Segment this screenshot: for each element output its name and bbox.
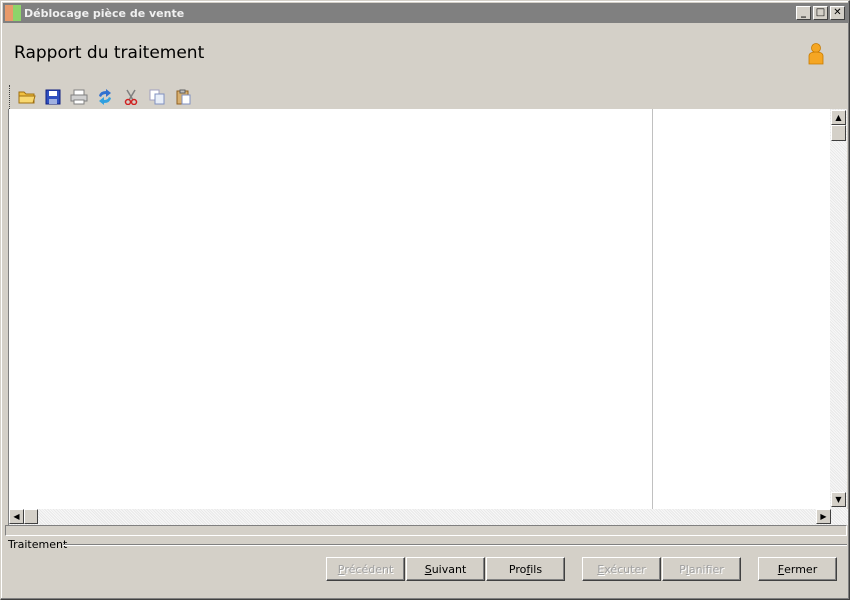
- horizontal-scroll-thumb[interactable]: [24, 509, 38, 524]
- group-separator: [63, 544, 847, 546]
- cut-icon[interactable]: [120, 86, 142, 108]
- group-label: Traitement: [8, 538, 68, 551]
- scroll-right-button[interactable]: ▶: [816, 509, 831, 524]
- close-button[interactable]: ✕: [830, 6, 845, 20]
- open-folder-icon[interactable]: [16, 86, 38, 108]
- scroll-down-button[interactable]: ▼: [831, 492, 846, 507]
- executer-button[interactable]: Exécuter: [582, 557, 661, 581]
- vertical-scrollbar[interactable]: ▲ ▼: [830, 109, 847, 509]
- title-bar[interactable]: Déblocage pièce de vente _ □ ✕: [3, 3, 848, 23]
- refresh-icon[interactable]: [94, 86, 116, 108]
- report-area[interactable]: ▲ ▼ ◀ ▶: [8, 109, 848, 525]
- progress-bar: [5, 525, 847, 536]
- page-title: Rapport du traitement: [14, 43, 205, 63]
- suivant-button[interactable]: Suivant: [406, 557, 485, 581]
- save-icon[interactable]: [42, 86, 64, 108]
- window-title: Déblocage pièce de vente: [24, 6, 185, 20]
- precedent-button[interactable]: Précédent: [326, 557, 405, 581]
- user-icon: [808, 43, 824, 65]
- scroll-up-button[interactable]: ▲: [831, 110, 846, 125]
- fermer-button[interactable]: Fermer: [758, 557, 837, 581]
- column-divider[interactable]: [652, 109, 653, 509]
- toolbar: [9, 85, 198, 109]
- planifier-button[interactable]: Pl anifier: [662, 557, 741, 581]
- copy-icon[interactable]: [146, 86, 168, 108]
- toolbar-grip[interactable]: [9, 85, 12, 109]
- profils-button[interactable]: Pro f ils: [486, 557, 565, 581]
- maximize-button[interactable]: □: [813, 6, 828, 20]
- paste-icon[interactable]: [172, 86, 194, 108]
- main-window: Déblocage pièce de vente _ □ ✕ Rapport d…: [0, 0, 850, 600]
- vertical-scroll-thumb[interactable]: [831, 125, 846, 141]
- minimize-button[interactable]: _: [796, 6, 811, 20]
- print-icon[interactable]: [68, 86, 90, 108]
- app-icon: [5, 5, 21, 21]
- scroll-left-button[interactable]: ◀: [9, 509, 24, 524]
- horizontal-scrollbar[interactable]: ◀ ▶: [9, 509, 848, 525]
